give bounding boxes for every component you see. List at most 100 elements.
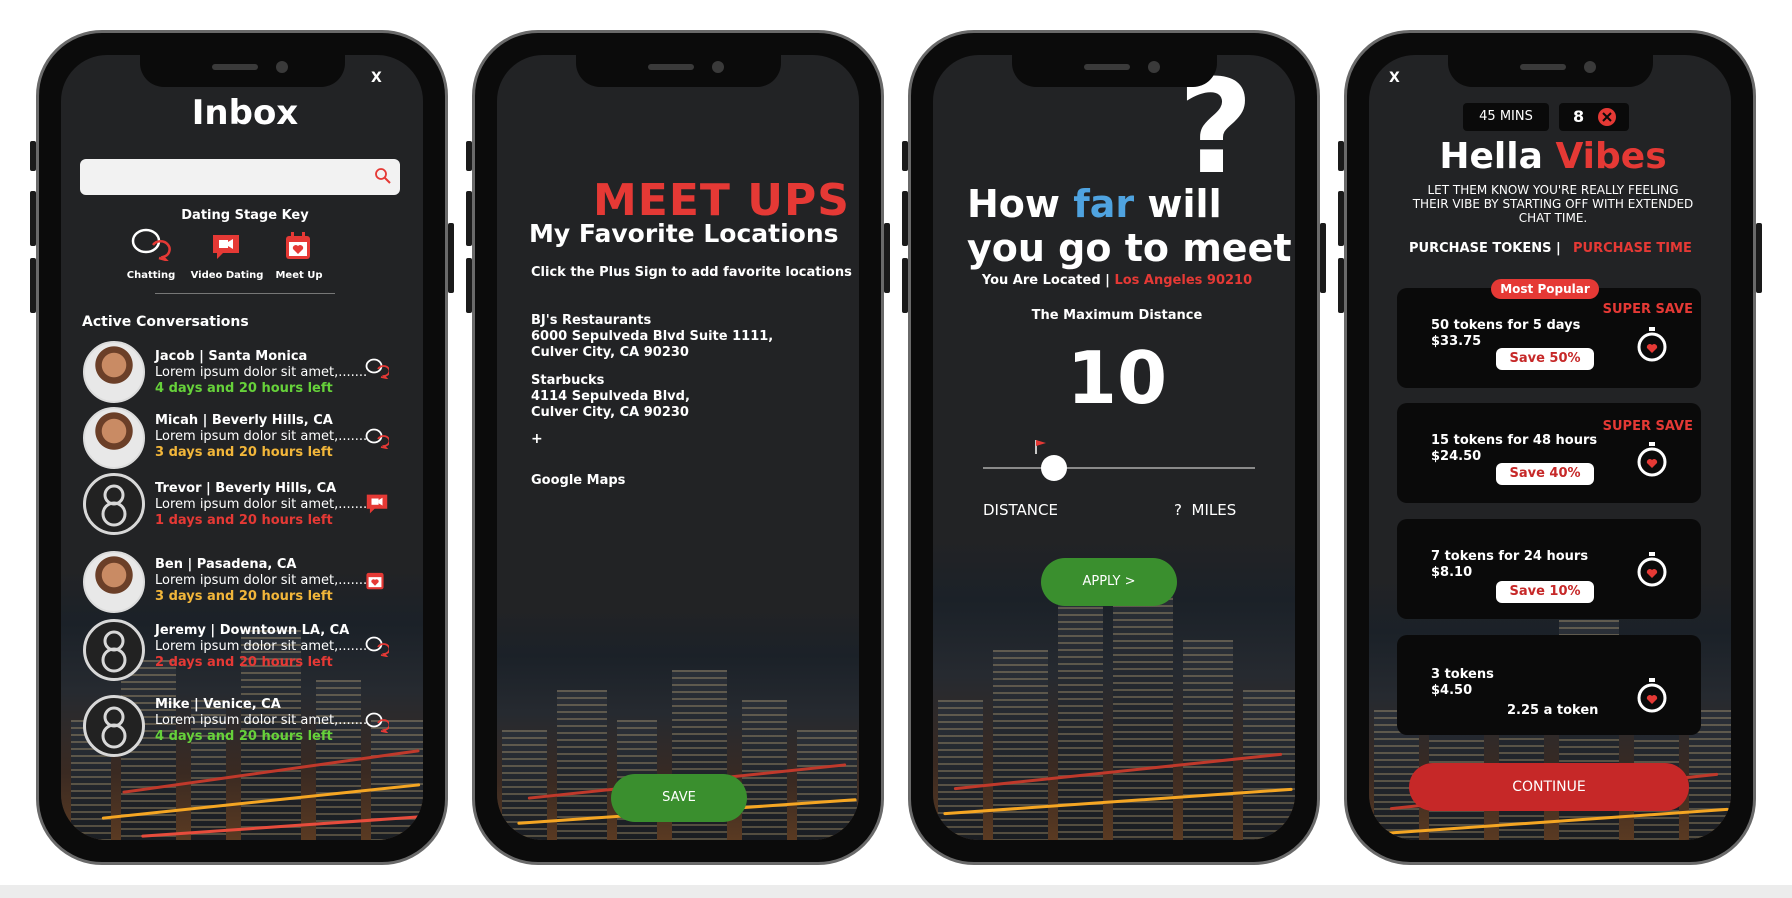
google-maps-link[interactable]: Google Maps	[531, 473, 625, 488]
max-distance-label: The Maximum Distance	[1031, 308, 1203, 323]
tab-purchase-tokens[interactable]: PURCHASE TOKENS	[1409, 241, 1551, 256]
slider-track	[983, 467, 1255, 469]
location-city: Culver City, CA 90230	[531, 405, 689, 420]
heading-word: will	[1147, 182, 1222, 226]
super-save-tag: SUPER SAVE	[1602, 302, 1693, 317]
avatar	[83, 551, 145, 613]
conversation-preview: Lorem ipsum dolor sit amet,.......	[155, 429, 368, 444]
page-title: Inbox	[191, 93, 299, 133]
key-label-chatting: Chatting	[126, 270, 176, 281]
dating-stage-key-title: Dating Stage Key	[181, 208, 309, 223]
page-title: Hella Vibes	[1369, 135, 1731, 179]
calendar-heart-icon	[284, 231, 312, 265]
avatar-placeholder	[83, 619, 145, 681]
description-line: THEIR VIBE BY STARTING OFF WITH EXTENDED	[1412, 197, 1694, 211]
phone-notch	[576, 55, 781, 87]
tab-purchase-time[interactable]: PURCHASE TIME	[1573, 241, 1692, 256]
time-remaining-badge: 45 MINS	[1463, 103, 1549, 131]
side-button	[1756, 223, 1762, 293]
located-value: Los Angeles 90210	[1114, 273, 1253, 288]
conversation-name: Ben | Pasadena, CA	[155, 557, 297, 572]
plan-description: 7 tokens for 24 hours $8.10	[1431, 549, 1589, 580]
token-plan-card[interactable]: 3 tokens $4.50 2.25 a token	[1397, 635, 1701, 735]
side-button	[902, 141, 908, 171]
chat-bubbles-icon	[365, 711, 391, 737]
conversation-row[interactable]: Micah | Beverly Hills, CA Lorem ipsum do…	[61, 403, 423, 469]
conversation-name: Jacob | Santa Monica	[155, 349, 308, 364]
search-icon[interactable]	[374, 167, 392, 189]
conversation-time-left: 3 days and 20 hours left	[155, 589, 333, 604]
plan-description: 50 tokens for 5 days $33.75	[1431, 318, 1581, 349]
tab-separator: |	[1556, 241, 1561, 256]
conversation-preview: Lorem ipsum dolor sit amet,.......	[155, 365, 368, 380]
conversation-row[interactable]: Jeremy | Downtown LA, CA Lorem ipsum dol…	[61, 615, 423, 681]
add-location-button[interactable]: +	[531, 431, 543, 447]
avatar-placeholder	[83, 473, 145, 535]
save-pill: Save 10%	[1496, 581, 1594, 603]
conversation-name: Mike | Venice, CA	[155, 697, 281, 712]
side-button	[1320, 223, 1326, 293]
apply-button[interactable]: APPLY >	[1041, 558, 1177, 606]
token-plan-card[interactable]: 50 tokens for 5 days $33.75 SUPER SAVE Sa…	[1397, 288, 1701, 388]
conversation-name: Trevor | Beverly Hills, CA	[155, 481, 337, 496]
conversation-time-left: 3 days and 20 hours left	[155, 445, 333, 460]
conversation-row[interactable]: Trevor | Beverly Hills, CA Lorem ipsum d…	[61, 469, 423, 535]
token-count-badge: 8	[1559, 103, 1629, 131]
phone-inbox: X Inbox Dating Stage Key Chatting Video …	[30, 30, 454, 865]
distance-label: DISTANCE	[983, 501, 1058, 519]
location-city: Culver City, CA 90230	[531, 345, 689, 360]
search-input[interactable]	[80, 159, 400, 195]
plan-description: 3 tokens $4.50	[1431, 667, 1494, 698]
token-plan-card[interactable]: 15 tokens for 48 hours $24.50 SUPER SAVE …	[1397, 403, 1701, 503]
distance-value: 10	[1066, 336, 1168, 420]
stopwatch-icon	[1637, 677, 1667, 717]
phone-meetups: MEET UPS My Favorite Locations Click the…	[466, 30, 890, 865]
side-button	[466, 191, 472, 246]
stopwatch-icon	[1637, 326, 1667, 366]
location-item[interactable]: BJ's Restaurants 6000 Sepulveda Blvd Sui…	[531, 313, 773, 361]
distance-slider[interactable]	[983, 440, 1255, 481]
conversation-preview: Lorem ipsum dolor sit amet,.......	[155, 713, 368, 728]
close-button[interactable]: X	[1389, 70, 1400, 86]
token-count: 8	[1573, 107, 1585, 126]
save-pill: Save 50%	[1496, 348, 1594, 370]
location-item[interactable]: Starbucks 4114 Sepulveda Blvd, Culver Ci…	[531, 373, 690, 421]
stopwatch-icon	[1637, 441, 1667, 481]
flag-icon	[1034, 439, 1048, 459]
description-line: CHAT TIME.	[1518, 211, 1588, 225]
avatar	[83, 407, 145, 469]
conversation-name: Jeremy | Downtown LA, CA	[155, 623, 350, 638]
conversation-row[interactable]: Ben | Pasadena, CA Lorem ipsum dolor sit…	[61, 549, 423, 615]
conversation-row[interactable]: Mike | Venice, CA Lorem ipsum dolor sit …	[61, 691, 423, 757]
continue-button[interactable]: CONTINUE	[1409, 763, 1689, 811]
video-chat-icon	[211, 233, 241, 265]
save-button[interactable]: SAVE	[611, 774, 747, 822]
side-button	[466, 258, 472, 313]
avatar	[83, 341, 145, 403]
per-token-price: 2.25 a token	[1507, 703, 1599, 718]
meetups-screen: MEET UPS My Favorite Locations Click the…	[497, 55, 859, 840]
page-subtitle: My Favorite Locations	[529, 219, 839, 248]
plan-description: 15 tokens for 48 hours $24.50	[1431, 433, 1598, 464]
side-button	[30, 141, 36, 171]
inbox-screen: X Inbox Dating Stage Key Chatting Video …	[61, 55, 423, 840]
stopwatch-icon	[1637, 551, 1667, 591]
located-label: You Are Located |	[981, 273, 1110, 288]
location-name: BJ's Restaurants	[531, 313, 652, 328]
miles-unit: MILES	[1191, 501, 1237, 519]
phone-notch	[140, 55, 345, 87]
token-plan-card[interactable]: 7 tokens for 24 hours $8.10 Save 10%	[1397, 519, 1701, 619]
conversation-time-left: 4 days and 20 hours left	[155, 381, 333, 396]
miles-field[interactable]: ? MILES	[1174, 501, 1236, 519]
key-label-meet-up: Meet Up	[275, 270, 323, 281]
close-button[interactable]: X	[371, 70, 382, 86]
side-button	[902, 191, 908, 246]
heading-word: How	[967, 182, 1061, 226]
conversation-preview: Lorem ipsum dolor sit amet,.......	[155, 573, 368, 588]
heading: How far will	[967, 181, 1222, 227]
side-button	[30, 258, 36, 313]
phone-notch	[1012, 55, 1217, 87]
chat-bubbles-icon	[365, 427, 391, 453]
conversation-preview: Lorem ipsum dolor sit amet,.......	[155, 497, 368, 512]
conversation-row[interactable]: Jacob | Santa Monica Lorem ipsum dolor s…	[61, 339, 423, 405]
